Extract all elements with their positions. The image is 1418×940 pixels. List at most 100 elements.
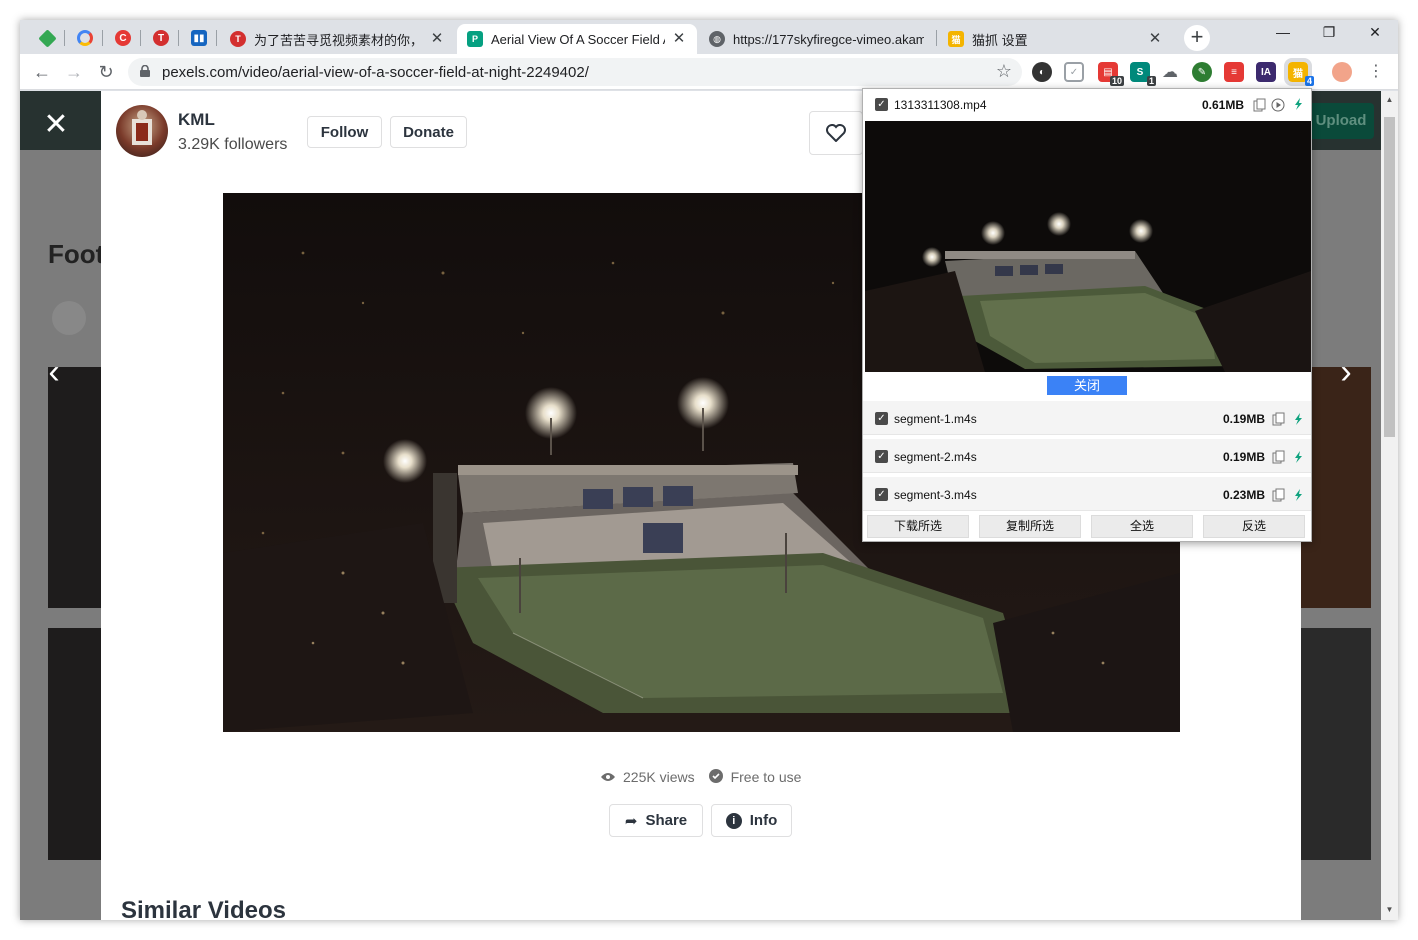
google-g-icon	[77, 30, 93, 46]
copy-icon[interactable]	[1271, 412, 1285, 426]
tab-vimeo-url[interactable]: ◍ https://177skyfiregce-vimeo.akamaized.…	[699, 24, 934, 54]
video-stats: 225K views Free to use	[601, 767, 801, 787]
info-icon: i	[725, 812, 742, 829]
ia-ext-icon[interactable]: IA	[1256, 62, 1276, 82]
lock-icon	[140, 65, 150, 77]
red-round-icon: T	[230, 31, 246, 47]
tab-strip: C T ▮▮ T 为了苦苦寻觅视频素材的你，我们 ✕ P Aerial View…	[20, 20, 1398, 54]
download-icon[interactable]	[1291, 488, 1305, 502]
green-diamond-icon	[37, 28, 57, 48]
segment-row[interactable]: ✓ segment-2.m4s 0.19MB	[863, 439, 1311, 473]
download-icon[interactable]	[1291, 97, 1305, 111]
checkbox-segment-2[interactable]: ✓	[875, 450, 888, 463]
background-avatar	[52, 301, 86, 335]
red-round-icon: T	[153, 30, 169, 46]
segment-row[interactable]: ✓ segment-3.m4s 0.23MB	[863, 477, 1311, 511]
copy-icon[interactable]	[1252, 98, 1266, 112]
page-scrollbar[interactable]: ▲ ▼	[1381, 91, 1398, 920]
cat-catch-ext-icon[interactable]: 猫4	[1284, 58, 1314, 86]
cat-catch-icon: 猫	[948, 31, 964, 47]
share-button[interactable]: ➦ Share	[609, 804, 703, 837]
video-preview	[865, 121, 1311, 372]
url-text: pexels.com/video/aerial-view-of-a-soccer…	[162, 64, 589, 81]
scroll-down-icon[interactable]: ▼	[1385, 905, 1394, 914]
author-followers: 3.29K followers	[178, 136, 288, 153]
download-icon[interactable]	[1291, 412, 1305, 426]
close-preview-button[interactable]: 关闭	[1047, 376, 1127, 395]
donate-button[interactable]: Donate	[390, 116, 467, 148]
close-icon[interactable]: ✕	[429, 31, 445, 47]
download-selected-button[interactable]: 下载所选	[867, 515, 969, 538]
cloud-ext-icon[interactable]: ☁	[1160, 62, 1180, 82]
check-circle-icon	[708, 768, 723, 786]
copy-icon[interactable]	[1271, 450, 1285, 464]
evernote-ext-icon[interactable]: ✎	[1192, 62, 1212, 82]
forward-button[interactable]: →	[62, 60, 86, 84]
views-count: 225K views	[623, 769, 695, 785]
license-text: Free to use	[730, 769, 802, 785]
author-photo	[132, 110, 152, 145]
note-ext-icon[interactable]: ≡	[1224, 62, 1244, 82]
reload-button[interactable]: ↻	[94, 60, 118, 84]
pinned-tab-2[interactable]	[70, 26, 100, 50]
copy-icon[interactable]	[1271, 488, 1285, 502]
author-avatar[interactable]	[116, 105, 168, 157]
teal-s-ext-icon[interactable]: S1	[1130, 62, 1156, 86]
back-button[interactable]: ←	[30, 60, 54, 84]
bookmark-star-icon[interactable]: ☆	[996, 61, 1012, 82]
share-arrow-icon: ➦	[624, 812, 638, 830]
pinned-tab-3[interactable]: C	[108, 26, 138, 50]
close-icon[interactable]: ✕	[1147, 31, 1163, 47]
address-bar[interactable]: pexels.com/video/aerial-view-of-a-soccer…	[128, 58, 1022, 86]
similar-videos-heading: Similar Videos	[121, 897, 286, 920]
tab-cat-catch-settings[interactable]: 猫 猫抓 设置 ✕	[938, 24, 1173, 54]
pinned-tab-5[interactable]: ▮▮	[184, 26, 214, 50]
background-thumbnail	[1301, 628, 1371, 860]
tab-chinese-article[interactable]: T 为了苦苦寻觅视频素材的你，我们 ✕	[220, 24, 455, 54]
pocket-ext-icon[interactable]: ✓	[1064, 62, 1084, 82]
close-icon[interactable]: ✕	[671, 31, 687, 47]
profile-avatar[interactable]	[1332, 62, 1352, 82]
checkbox-main-file[interactable]: ✓	[875, 98, 888, 111]
main-file-row[interactable]: ✓ 1313311308.mp4 0.61MB	[863, 89, 1311, 121]
menu-kebab-icon[interactable]: ⋮	[1364, 60, 1388, 84]
incognito-ext-icon[interactable]: ◐	[1032, 62, 1052, 82]
like-button[interactable]	[809, 111, 863, 155]
play-icon[interactable]	[1271, 98, 1285, 112]
background-thumbnail	[48, 628, 104, 860]
new-tab-button[interactable]: +	[1184, 25, 1210, 51]
pinned-tab-1[interactable]	[32, 26, 62, 50]
trello-icon: ▮▮	[191, 30, 207, 46]
checkbox-segment-1[interactable]: ✓	[875, 412, 888, 425]
modal-close-icon[interactable]: ✕	[42, 110, 70, 140]
segment-row[interactable]: ✓ segment-1.m4s 0.19MB	[863, 401, 1311, 435]
heart-icon	[826, 124, 846, 142]
background-title: Foot	[48, 239, 105, 269]
eye-icon	[601, 769, 615, 785]
scroll-up-icon[interactable]: ▲	[1385, 95, 1394, 104]
previous-arrow-icon[interactable]: ‹	[42, 355, 66, 389]
maximize-button[interactable]: ❐	[1306, 24, 1352, 46]
checkbox-segment-3[interactable]: ✓	[875, 488, 888, 501]
author-name[interactable]: KML	[178, 110, 215, 130]
background-thumbnail	[48, 367, 104, 608]
preview-frame	[865, 121, 1311, 372]
next-arrow-icon[interactable]: ›	[1334, 355, 1358, 389]
pinned-tab-4[interactable]: T	[146, 26, 176, 50]
copy-selected-button[interactable]: 复制所选	[979, 515, 1081, 538]
info-button[interactable]: i Info	[711, 804, 792, 837]
browser-window: C T ▮▮ T 为了苦苦寻觅视频素材的你，我们 ✕ P Aerial View…	[20, 20, 1398, 920]
download-icon[interactable]	[1291, 450, 1305, 464]
cat-catch-popup: ✓ 1313311308.mp4 0.61MB 关闭 ✓ segment-1.m…	[862, 88, 1312, 542]
follow-button[interactable]: Follow	[307, 116, 382, 148]
red-ext-icon[interactable]: ▤ 10	[1098, 62, 1124, 86]
tab-aerial-view[interactable]: P Aerial View Of A Soccer Field At Night…	[457, 24, 697, 54]
window-close-button[interactable]: ✕	[1352, 24, 1398, 46]
red-c-icon: C	[115, 30, 131, 46]
minimize-button[interactable]: —	[1260, 24, 1306, 46]
scroll-thumb[interactable]	[1384, 117, 1395, 437]
upload-button[interactable]: Upload	[1308, 103, 1374, 139]
globe-icon: ◍	[709, 31, 725, 47]
select-all-button[interactable]: 全选	[1091, 515, 1193, 538]
invert-selection-button[interactable]: 反选	[1203, 515, 1305, 538]
